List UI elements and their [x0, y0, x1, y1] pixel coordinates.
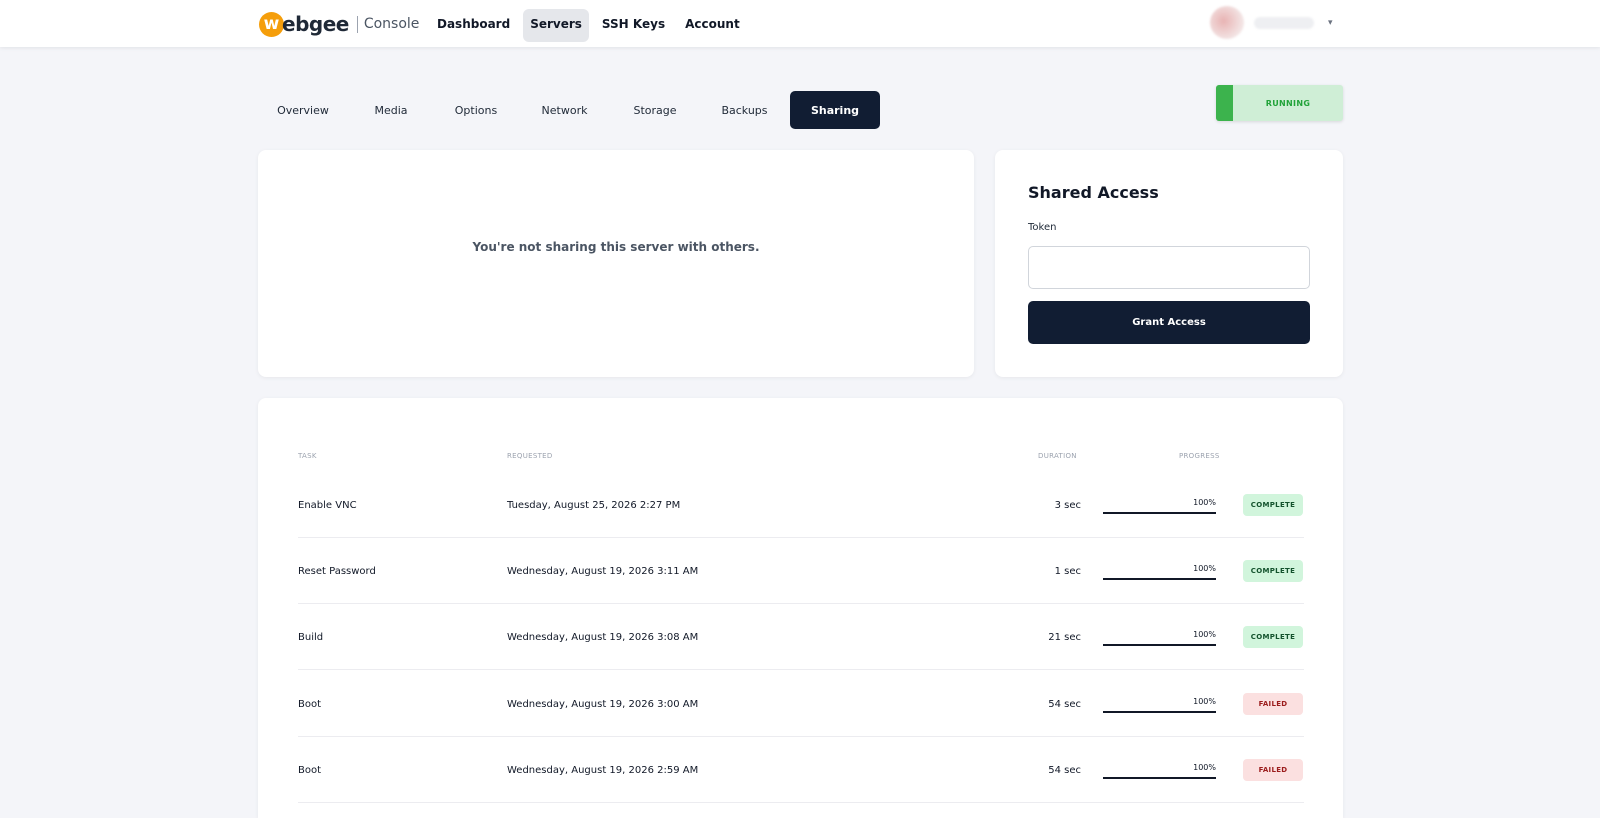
grant-access-button[interactable]: Grant Access [1028, 301, 1310, 344]
task-duration: 21 sec [1048, 632, 1081, 643]
user-menu[interactable]: ▾ [1210, 6, 1335, 39]
webgee-logo[interactable]: w ebgee Console [259, 10, 419, 38]
nav-ssh-keys[interactable]: SSH Keys [595, 9, 672, 42]
task-status-badge: FAILED [1243, 759, 1303, 781]
logo-mark: w [259, 11, 284, 37]
chevron-down-icon[interactable]: ▾ [1328, 18, 1333, 28]
top-navbar: w ebgee Console Dashboard Servers SSH Ke… [0, 0, 1600, 47]
progress-value: 100% [1193, 564, 1216, 573]
task-duration: 1 sec [1054, 566, 1081, 577]
task-name: Build [298, 632, 324, 643]
progress-bar: 100% [1103, 564, 1216, 580]
status-label: RUNNING [1265, 98, 1311, 108]
status-indicator [1216, 85, 1233, 121]
header-task: TASK [298, 452, 317, 460]
task-name: Reset Password [298, 566, 376, 577]
tab-backups[interactable]: Backups [699, 91, 790, 129]
task-duration: 3 sec [1054, 500, 1081, 511]
nav-account[interactable]: Account [678, 9, 747, 42]
progress-bar: 100% [1103, 697, 1216, 713]
token-label: Token [1028, 222, 1057, 233]
task-status-badge: COMPLETE [1243, 626, 1303, 648]
progress-bar: 100% [1103, 498, 1216, 514]
table-row: Build Wednesday, August 19, 2026 3:08 AM 2… [298, 604, 1304, 670]
progress-fill [1103, 578, 1216, 580]
progress-bar: 100% [1103, 630, 1216, 646]
header-requested: REQUESTED [507, 452, 553, 460]
shared-access-card: Shared Access Token Grant Access [995, 150, 1343, 377]
table-row: Boot Wednesday, August 19, 2026 2:59 AM 54… [298, 737, 1304, 803]
task-requested: Wednesday, August 19, 2026 3:08 AM [507, 632, 699, 643]
task-duration: 54 sec [1048, 765, 1081, 776]
logo-console-label: Console [363, 16, 420, 32]
avatar [1210, 6, 1244, 39]
task-requested: Wednesday, August 19, 2026 3:00 AM [507, 699, 699, 710]
task-duration: 54 sec [1048, 699, 1081, 710]
task-name: Enable VNC [298, 500, 357, 511]
progress-value: 100% [1193, 630, 1216, 639]
task-requested: Tuesday, August 25, 2026 2:27 PM [507, 500, 681, 511]
nav-servers[interactable]: Servers [523, 9, 589, 42]
progress-value: 100% [1193, 697, 1216, 706]
progress-fill [1103, 777, 1216, 779]
table-row: Reset Password Wednesday, August 19, 2026… [298, 538, 1304, 604]
status-badge: RUNNING [1216, 85, 1343, 121]
task-requested: Wednesday, August 19, 2026 3:11 AM [507, 566, 699, 577]
nav-dashboard[interactable]: Dashboard [430, 9, 517, 42]
shared-access-title: Shared Access [1028, 183, 1159, 202]
table-row: Boot Wednesday, August 19, 2026 3:00 AM 54… [298, 671, 1304, 737]
tasks-card: TASK REQUESTED DURATION PROGRESS Enable … [258, 398, 1343, 818]
progress-fill [1103, 711, 1216, 713]
task-name: Boot [298, 765, 322, 776]
task-requested: Wednesday, August 19, 2026 2:59 AM [507, 765, 699, 776]
tab-overview[interactable]: Overview [258, 91, 348, 129]
progress-value: 100% [1193, 763, 1216, 772]
task-status-badge: COMPLETE [1243, 560, 1303, 582]
tab-storage[interactable]: Storage [611, 91, 699, 129]
token-input[interactable] [1028, 246, 1310, 289]
tab-network[interactable]: Network [518, 91, 611, 129]
logo-wordmark: ebgee [282, 12, 349, 36]
logo-divider [356, 15, 358, 33]
empty-state-message: You're not sharing this server with othe… [472, 240, 760, 254]
sharing-list-card: You're not sharing this server with othe… [258, 150, 974, 377]
tab-sharing[interactable]: Sharing [790, 91, 880, 129]
progress-bar: 100% [1103, 763, 1216, 779]
table-row: Enable VNC Tuesday, August 25, 2026 2:27 … [298, 472, 1304, 538]
tab-media[interactable]: Media [348, 91, 434, 129]
task-status-badge: FAILED [1243, 693, 1303, 715]
user-name-redacted [1254, 16, 1314, 29]
main-nav: Dashboard Servers SSH Keys Account [430, 9, 747, 42]
tab-options[interactable]: Options [434, 91, 518, 129]
server-tabs: Overview Media Options Network Storage B… [258, 91, 880, 129]
header-duration: DURATION [1038, 452, 1077, 460]
progress-fill [1103, 644, 1216, 646]
task-name: Boot [298, 699, 322, 710]
header-progress: PROGRESS [1179, 452, 1220, 460]
task-status-badge: COMPLETE [1243, 494, 1303, 516]
progress-fill [1103, 512, 1216, 514]
progress-value: 100% [1193, 498, 1216, 507]
